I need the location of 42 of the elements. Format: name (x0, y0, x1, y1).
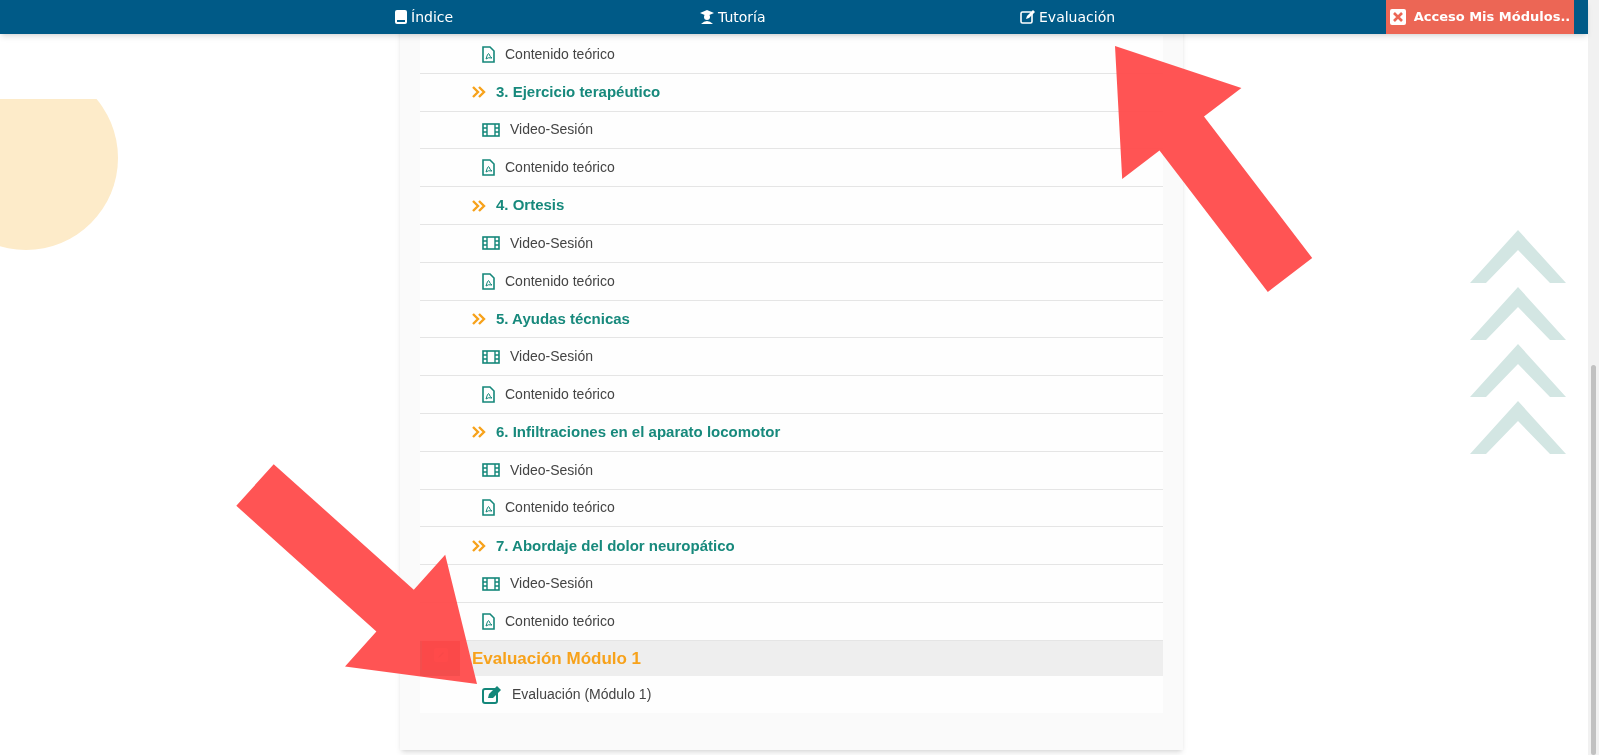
section-title[interactable]: 5. Ayudas técnicas (496, 307, 630, 331)
pdf-file-icon (482, 45, 495, 63)
nav-link[interactable]: Tutoría (700, 0, 766, 34)
double-chevron-icon (472, 86, 486, 99)
film-icon (482, 349, 500, 364)
section-title[interactable]: 3. Ejercicio terapéutico (496, 80, 661, 104)
film-icon (482, 463, 500, 478)
nav-link[interactable]: Evaluación (1020, 0, 1116, 34)
video-session-link[interactable]: Video-Sesión (510, 459, 594, 481)
theory-content-link[interactable]: Contenido teórico (505, 43, 615, 65)
video-session-link[interactable]: Video-Sesión (510, 119, 594, 141)
pdf-file-icon (482, 386, 495, 404)
double-chevron-icon (472, 539, 486, 552)
section-title[interactable]: 4. Ortesis (496, 194, 565, 217)
close-icon (1389, 9, 1406, 25)
edit-icon (482, 684, 502, 704)
double-chevron-icon (472, 312, 486, 325)
pdf-file-icon (482, 612, 495, 630)
evaluation-section-title: Evaluación Módulo 1 (472, 647, 642, 670)
video-session-link[interactable]: Video-Sesión (510, 346, 594, 368)
theory-content-link[interactable]: Contenido teórico (505, 384, 615, 406)
graduate-icon (700, 10, 714, 24)
book-icon (395, 10, 407, 24)
film-icon (482, 123, 500, 137)
nav-link[interactable]: Índice (395, 0, 454, 34)
pdf-file-icon (482, 272, 495, 290)
theory-content-link[interactable]: Contenido teórico (505, 157, 615, 179)
video-session-link[interactable]: Video-Sesión (510, 573, 594, 595)
double-chevron-icon (472, 199, 486, 212)
pdf-file-icon (482, 499, 495, 517)
double-chevron-icon (472, 426, 486, 439)
section-title[interactable]: 7. Abordaje del dolor neuropático (496, 534, 735, 557)
evaluation-link[interactable]: Evaluación (Módulo 1) (512, 683, 652, 705)
section-title[interactable]: 6. Infiltraciones en el aparato locomotor (496, 421, 781, 444)
edit-icon (1020, 10, 1035, 24)
theory-content-link[interactable]: Contenido teórico (505, 497, 615, 519)
video-session-link[interactable]: Video-Sesión (510, 232, 594, 254)
film-icon (482, 236, 500, 251)
pdf-file-icon (482, 159, 495, 177)
film-icon (482, 576, 500, 591)
theory-content-link[interactable]: Contenido teórico (505, 270, 615, 292)
theory-content-link[interactable]: Contenido teórico (505, 610, 615, 632)
